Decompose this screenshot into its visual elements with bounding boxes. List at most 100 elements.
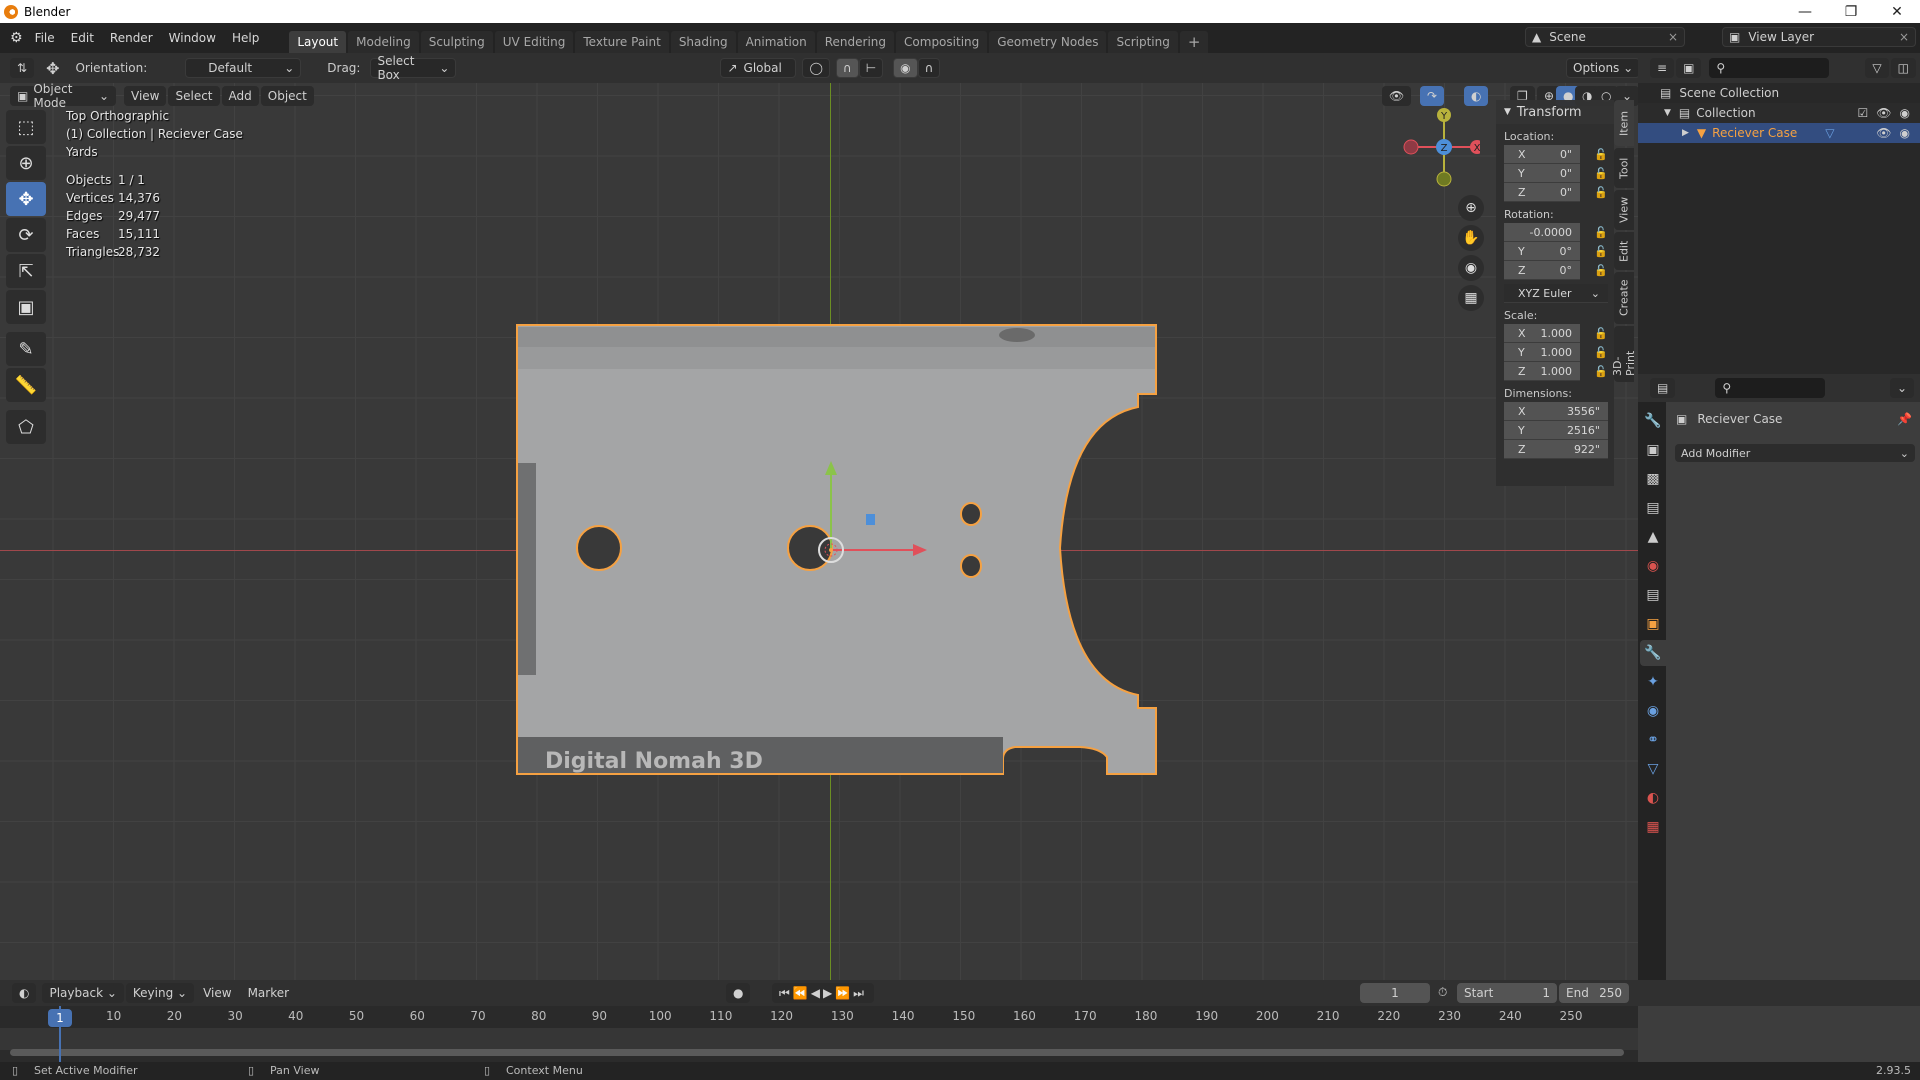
new-collection-icon[interactable]: ◫ bbox=[1890, 58, 1916, 78]
menu-add[interactable]: Add bbox=[221, 86, 259, 106]
mode-dropdown[interactable]: ▣ Object Mode ⌄ bbox=[10, 82, 116, 110]
select-box-tool[interactable]: ⬚ bbox=[6, 110, 46, 144]
auto-keying-toggle[interactable]: ● bbox=[726, 983, 751, 1003]
lock-icon[interactable]: 🔓 bbox=[1594, 327, 1608, 340]
timeline-scrollbar[interactable] bbox=[10, 1049, 1624, 1056]
mesh-data-icon[interactable]: ▽ bbox=[1640, 756, 1666, 782]
transform-tool[interactable]: ▣ bbox=[6, 290, 46, 324]
tab-layout[interactable]: Layout bbox=[289, 31, 347, 53]
menu-view[interactable]: View bbox=[124, 86, 167, 106]
measure-tool[interactable]: 📏 bbox=[6, 368, 46, 402]
rotation-mode-dropdown[interactable]: XYZ Euler ⌄ bbox=[1504, 284, 1608, 303]
add-cube-tool[interactable]: ⬠ bbox=[6, 410, 46, 444]
menu-marker[interactable]: Marker bbox=[241, 983, 296, 1003]
nav-neg-x[interactable] bbox=[1403, 139, 1419, 155]
minimize-button[interactable]: — bbox=[1782, 0, 1828, 23]
pan-hand-icon[interactable]: ✋ bbox=[1458, 225, 1484, 251]
lock-icon[interactable]: 🔓 bbox=[1594, 365, 1608, 378]
move-gizmo[interactable] bbox=[780, 453, 950, 573]
rotation-x-field[interactable]: -0.0000 bbox=[1504, 223, 1580, 242]
dimensions-z-field[interactable]: Z 922" bbox=[1504, 440, 1608, 459]
add-workspace-button[interactable]: + bbox=[1179, 31, 1209, 53]
filter-icon[interactable]: ▽ bbox=[1865, 58, 1889, 78]
tab-view[interactable]: View bbox=[1614, 190, 1634, 230]
lock-icon[interactable]: 🔓 bbox=[1594, 245, 1608, 258]
scale-z-field[interactable]: Z 1.000 bbox=[1504, 362, 1580, 381]
scale-tool[interactable]: ⇱ bbox=[6, 254, 46, 288]
tool-settings-icon[interactable]: 🔧 bbox=[1640, 408, 1666, 434]
properties-options-dropdown[interactable]: ⌄ bbox=[1889, 378, 1914, 398]
menu-help[interactable]: Help bbox=[224, 31, 267, 45]
proportional-edit-toggle[interactable]: ◉ bbox=[893, 58, 918, 78]
properties-editor-type[interactable]: ▤ bbox=[1650, 378, 1676, 398]
blender-menu-icon[interactable]: ⚙ bbox=[10, 30, 23, 46]
scene-selector[interactable]: ▲ Scene × bbox=[1525, 27, 1685, 47]
location-y-field[interactable]: Y 0" bbox=[1504, 164, 1580, 183]
outliner-search-input[interactable]: ⚲ bbox=[1709, 58, 1830, 78]
restore-button[interactable]: ❐ bbox=[1828, 0, 1874, 23]
tab-texture-paint[interactable]: Texture Paint bbox=[575, 31, 669, 53]
tab-create[interactable]: Create bbox=[1614, 272, 1634, 324]
menu-file[interactable]: File bbox=[27, 31, 63, 45]
expand-icon[interactable]: ▶ bbox=[1682, 128, 1689, 138]
exclude-checkbox[interactable]: ☑ bbox=[1858, 106, 1869, 120]
camera-render-icon[interactable]: ◉ bbox=[1900, 106, 1910, 120]
camera-icon[interactable]: ◉ bbox=[1458, 255, 1484, 281]
tab-animation[interactable]: Animation bbox=[737, 31, 815, 53]
lock-icon[interactable]: 🔓 bbox=[1594, 346, 1608, 359]
navigation-gizmo[interactable]: X Y Z bbox=[1400, 107, 1480, 187]
snap-target-dropdown[interactable]: ⊢ bbox=[858, 58, 884, 78]
close-icon[interactable]: × bbox=[1899, 30, 1909, 44]
particles-icon[interactable]: ✦ bbox=[1640, 669, 1666, 695]
keyframe-area[interactable] bbox=[0, 1028, 1638, 1050]
tab-item[interactable]: Item bbox=[1614, 100, 1634, 146]
expand-icon[interactable]: ▼ bbox=[1664, 108, 1671, 118]
end-frame-field[interactable]: End 250 bbox=[1559, 983, 1629, 1003]
outliner-item-reciever-case[interactable]: ▶ ▼ Reciever Case ▽ 👁 ◉ bbox=[1638, 123, 1920, 143]
pin-icon[interactable]: 📌 bbox=[1897, 412, 1912, 426]
snap-toggle[interactable]: ∩ bbox=[835, 58, 859, 78]
close-button[interactable]: ✕ bbox=[1874, 0, 1920, 23]
lock-icon[interactable]: 🔓 bbox=[1594, 264, 1608, 277]
menu-render[interactable]: Render bbox=[102, 31, 161, 45]
add-modifier-dropdown[interactable]: Add Modifier ⌄ bbox=[1675, 444, 1915, 462]
tab-rendering[interactable]: Rendering bbox=[816, 31, 895, 53]
grid-icon[interactable]: ▦ bbox=[1458, 285, 1484, 311]
editor-type-button[interactable]: ⇅ bbox=[10, 58, 35, 78]
menu-window[interactable]: Window bbox=[161, 31, 224, 45]
physics-icon[interactable]: ◉ bbox=[1640, 698, 1666, 724]
material-icon[interactable]: ◐ bbox=[1640, 785, 1666, 811]
render-icon[interactable]: ▣ bbox=[1640, 437, 1666, 463]
tab-shading[interactable]: Shading bbox=[670, 31, 736, 53]
display-mode-dropdown[interactable]: ▣ bbox=[1676, 58, 1702, 78]
options-button[interactable]: Options ⌄ bbox=[1566, 58, 1641, 78]
scene-icon[interactable]: ▲ bbox=[1640, 524, 1666, 550]
lock-icon[interactable]: 🔓 bbox=[1594, 186, 1608, 199]
overlay-toggle-icon[interactable]: ◐ bbox=[1464, 86, 1489, 106]
texture-icon[interactable]: ▦ bbox=[1640, 814, 1666, 840]
gizmo-y-arrowhead[interactable] bbox=[825, 461, 837, 475]
tab-compositing[interactable]: Compositing bbox=[896, 31, 988, 53]
visibility-icon[interactable]: 👁 bbox=[1382, 86, 1412, 106]
menu-playback[interactable]: Playback ⌄ bbox=[42, 983, 124, 1003]
orientation-dropdown[interactable]: Default ⌄ bbox=[185, 58, 302, 78]
start-frame-field[interactable]: Start 1 bbox=[1457, 983, 1557, 1003]
tab-modeling[interactable]: Modeling bbox=[348, 31, 419, 53]
tab-scripting[interactable]: Scripting bbox=[1108, 31, 1178, 53]
transform-panel-header[interactable]: ▼ Transform bbox=[1496, 100, 1614, 124]
tab-3d-print[interactable]: 3D-Print bbox=[1611, 326, 1637, 382]
constraints-icon[interactable]: ⚭ bbox=[1640, 727, 1666, 753]
lock-icon[interactable]: 🔓 bbox=[1594, 167, 1608, 180]
playhead-frame[interactable]: 1 bbox=[48, 1009, 72, 1027]
view-layer-icon[interactable]: ▤ bbox=[1640, 495, 1666, 521]
lock-icon[interactable]: 🔓 bbox=[1594, 226, 1608, 239]
rotation-z-field[interactable]: Z 0° bbox=[1504, 261, 1580, 280]
tab-sculpting[interactable]: Sculpting bbox=[420, 31, 493, 53]
modifier-wrench-icon[interactable]: 🔧 bbox=[1640, 640, 1666, 666]
view-layer-selector[interactable]: ▣ View Layer × bbox=[1722, 27, 1916, 47]
mesh-data-icon[interactable]: ▽ bbox=[1825, 126, 1834, 140]
scale-x-field[interactable]: X 1.000 bbox=[1504, 324, 1580, 343]
outliner-item-scene-collection[interactable]: ▤ Scene Collection bbox=[1638, 83, 1920, 103]
pivot-dropdown[interactable]: ◯ bbox=[802, 58, 830, 78]
gizmo-z-plane[interactable] bbox=[866, 514, 875, 525]
